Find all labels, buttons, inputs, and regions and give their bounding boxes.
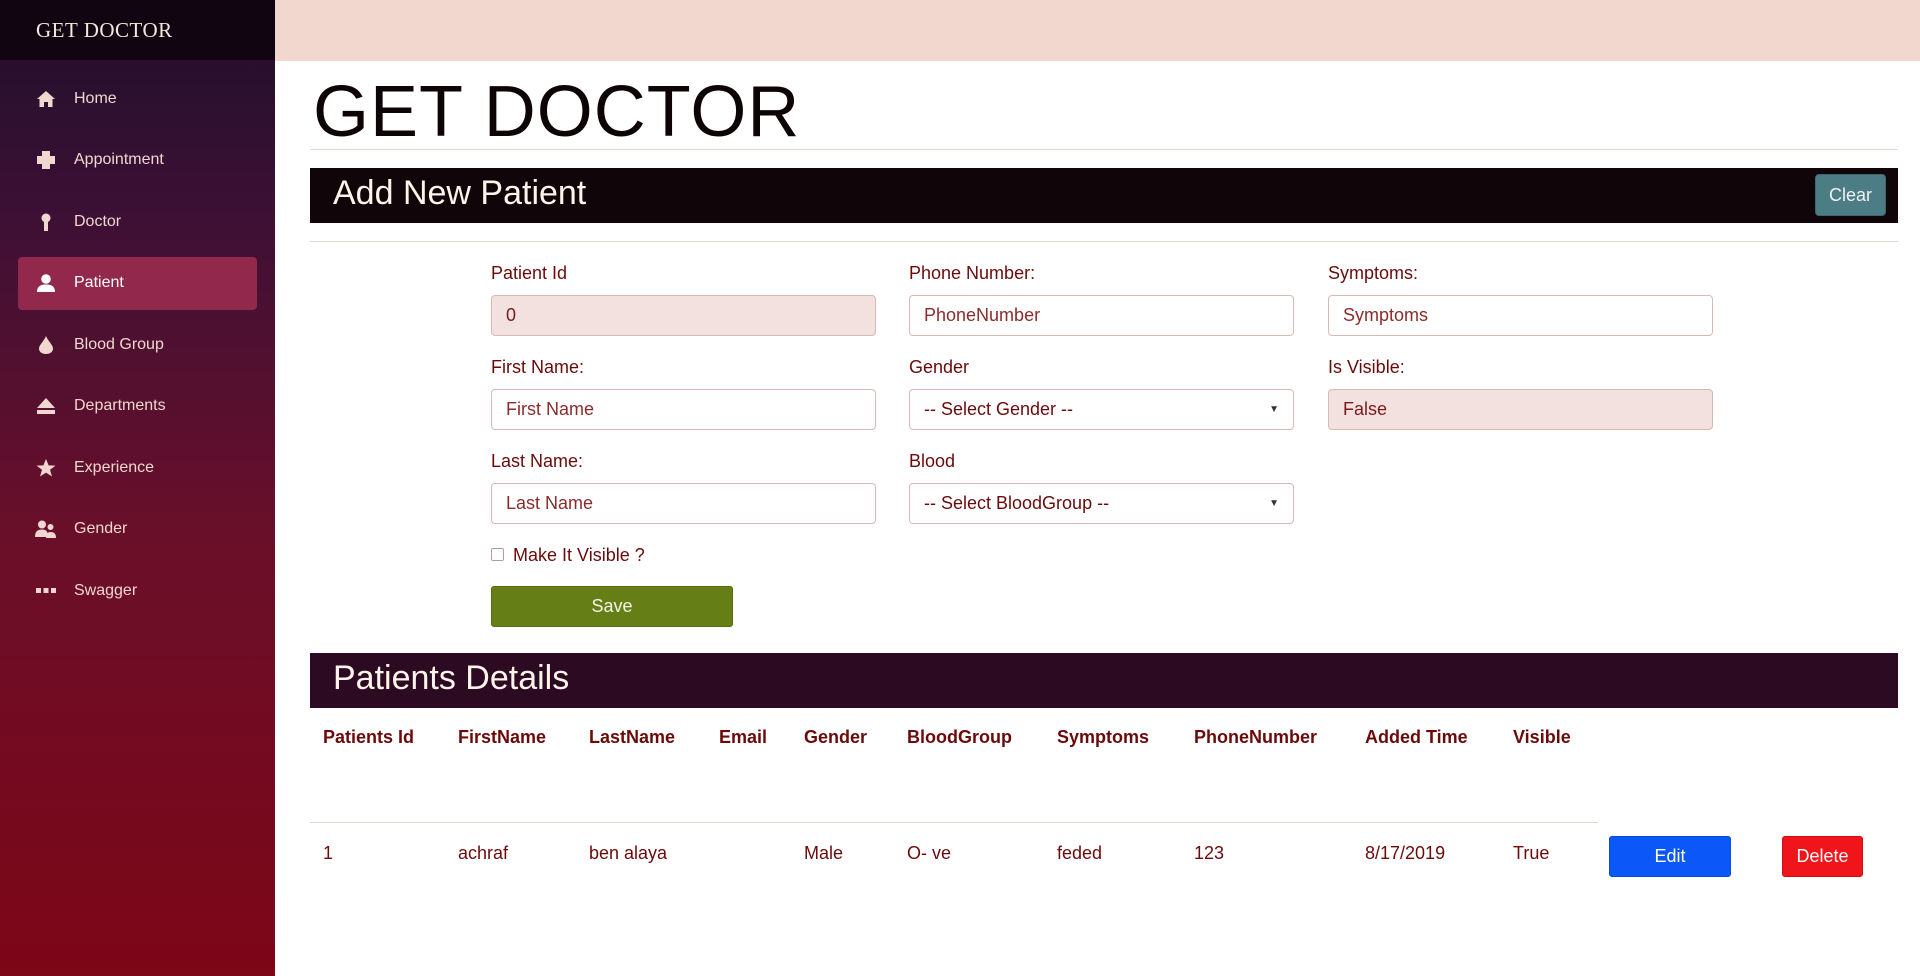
cell-phone: 123 (1194, 843, 1225, 863)
page-title: GET DOCTOR (313, 72, 801, 152)
is-visible-field[interactable]: False (1328, 389, 1713, 430)
phone-field[interactable] (909, 295, 1294, 336)
sidebar-header: GET DOCTOR (0, 0, 275, 60)
is-visible-value: False (1343, 399, 1388, 419)
doctor-icon (35, 211, 57, 233)
sidebar-item-patient[interactable]: Patient (18, 256, 257, 310)
save-button[interactable]: Save (491, 586, 733, 627)
column-header: Visible (1513, 727, 1571, 747)
make-visible-label: Make It Visible ? (513, 545, 645, 565)
delete-button[interactable]: Delete (1782, 836, 1863, 877)
make-visible-checkbox[interactable] (491, 548, 504, 561)
column-header: Added Time (1365, 727, 1468, 747)
cell-id: 1 (323, 843, 334, 863)
blood-group-select[interactable]: -- Select BloodGroup -- ▼ (909, 483, 1294, 524)
eject-icon (35, 395, 57, 417)
cell-blood-group: O- ve (907, 843, 952, 863)
form-divider (310, 241, 1898, 242)
sidebar-item-experience[interactable]: Experience (18, 441, 257, 494)
first-name-input[interactable] (506, 399, 861, 420)
sidebar-item-label: Doctor (74, 212, 122, 230)
column-header: Patients Id (323, 727, 415, 747)
ellipsis-icon (35, 580, 57, 602)
patients-details-header: Patients Details (310, 653, 1898, 708)
sidebar-item-label: Patient (74, 274, 124, 291)
symptoms-label: Symptoms: (1328, 263, 1419, 283)
last-name-label: Last Name: (491, 451, 584, 471)
sidebar-item-label: Gender (74, 520, 128, 537)
patients-details-title: Patients Details (333, 659, 570, 697)
sidebar-item-gender[interactable]: Gender (18, 503, 257, 556)
column-header: Symptoms (1057, 727, 1150, 747)
sidebar: GET DOCTOR Home Appointment Doctor Patie… (0, 0, 275, 976)
phone-label: Phone Number: (909, 263, 1036, 283)
top-bar (275, 0, 1920, 61)
brand-logo-text[interactable]: GET DOCTOR (36, 18, 173, 43)
plus-icon (35, 149, 57, 171)
column-header: PhoneNumber (1194, 727, 1318, 747)
add-patient-header: Add New Patient Clear (310, 168, 1898, 223)
sidebar-item-label: Experience (74, 458, 155, 476)
cell-last-name: ben alaya (589, 843, 668, 863)
cell-visible: True (1513, 843, 1550, 863)
sidebar-item-appointment[interactable]: Appointment (18, 134, 257, 187)
drop-icon (35, 334, 57, 356)
sidebar-item-label: Blood Group (74, 335, 164, 353)
chevron-down-icon: ▼ (1269, 404, 1279, 415)
is-visible-label: Is Visible: (1328, 357, 1405, 377)
chevron-down-icon: ▼ (1269, 498, 1279, 509)
sidebar-item-label: Appointment (74, 151, 164, 168)
column-header: Gender (804, 727, 868, 747)
patient-id-label: Patient Id (491, 263, 568, 283)
phone-input[interactable] (924, 305, 1279, 326)
sidebar-item-label: Departments (74, 397, 166, 414)
user-icon (35, 272, 57, 294)
gender-label: Gender (909, 357, 970, 377)
column-header: Email (719, 727, 768, 747)
symptoms-input[interactable] (1343, 305, 1698, 326)
sidebar-item-blood-group[interactable]: Blood Group (18, 318, 257, 371)
users-icon (35, 518, 57, 540)
first-name-label: First Name: (491, 357, 585, 377)
column-header: FirstName (458, 727, 547, 747)
cell-first-name: achraf (458, 843, 509, 863)
sidebar-item-swagger[interactable]: Swagger (18, 564, 257, 617)
patient-id-field[interactable]: 0 (491, 295, 876, 336)
column-header: BloodGroup (907, 727, 1012, 747)
gender-selected-value: -- Select Gender -- (924, 399, 1074, 419)
table-header: Patients Id FirstName LastName Email Gen… (310, 708, 1898, 763)
last-name-input[interactable] (506, 493, 861, 514)
last-name-field[interactable] (491, 483, 876, 524)
home-icon (35, 88, 57, 110)
sidebar-item-home[interactable]: Home (18, 72, 257, 125)
table-row: 1 achraf ben alaya Male O- ve feded 123 … (310, 823, 1898, 879)
patient-id-value: 0 (506, 305, 517, 325)
blood-selected-value: -- Select BloodGroup -- (924, 493, 1110, 513)
blood-label: Blood (909, 451, 956, 471)
sidebar-item-label: Home (74, 89, 117, 107)
sidebar-item-label: Swagger (74, 581, 138, 599)
star-icon (35, 457, 57, 479)
cell-symptoms: feded (1057, 843, 1103, 863)
cell-gender: Male (804, 843, 844, 863)
edit-button[interactable]: Edit (1609, 836, 1731, 877)
gender-select[interactable]: -- Select Gender -- ▼ (909, 389, 1294, 430)
title-divider (310, 149, 1898, 150)
sidebar-item-doctor[interactable]: Doctor (18, 195, 257, 248)
symptoms-field[interactable] (1328, 295, 1713, 336)
clear-button[interactable]: Clear (1815, 174, 1886, 216)
cell-added-time: 8/17/2019 (1365, 843, 1446, 863)
sidebar-nav: Home Appointment Doctor Patient Blood Gr… (0, 60, 275, 617)
add-patient-title: Add New Patient (333, 174, 587, 212)
main-content: GET DOCTOR Add New Patient Clear Patient… (275, 61, 1920, 976)
first-name-field[interactable] (491, 389, 876, 430)
column-header: LastName (589, 727, 676, 747)
sidebar-item-departments[interactable]: Departments (18, 380, 257, 433)
